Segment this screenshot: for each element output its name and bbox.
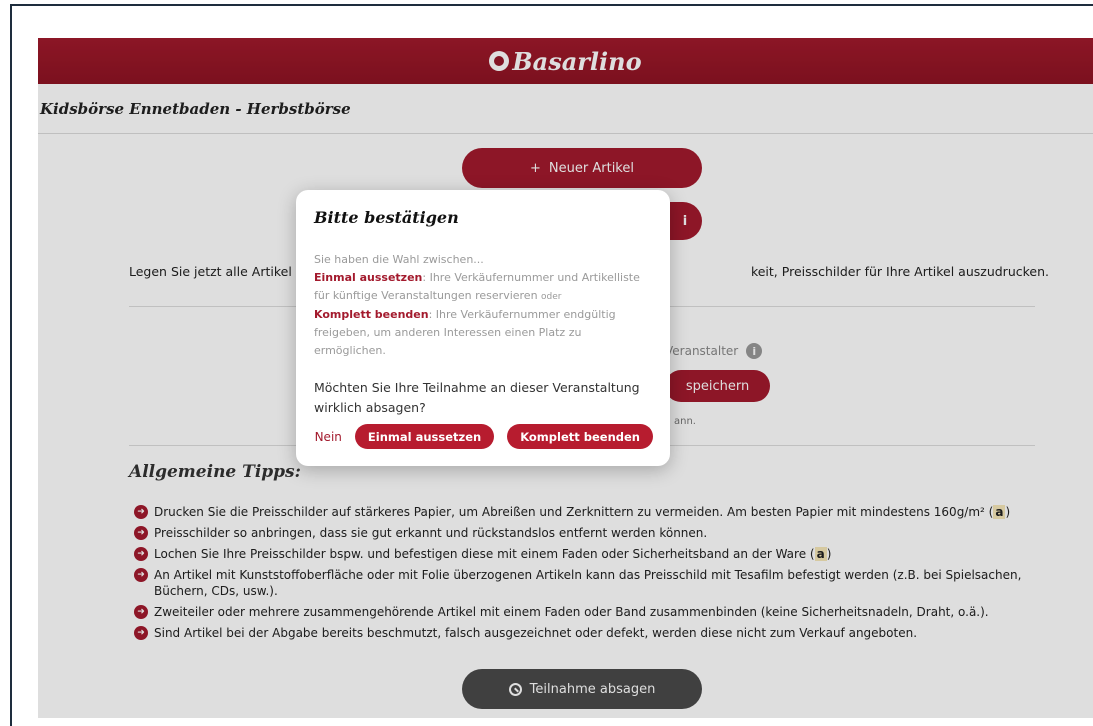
option-end-description: Komplett beenden: Ihre Verkäufernummer e…	[314, 308, 616, 357]
dialog-body: Sie haben die Wahl zwischen... Einmal au…	[314, 251, 652, 360]
end-completely-button[interactable]: Komplett beenden	[507, 424, 653, 449]
pause-once-button[interactable]: Einmal aussetzen	[354, 424, 495, 449]
dialog-intro: Sie haben die Wahl zwischen...	[314, 253, 484, 266]
dialog-question: Möchten Sie Ihre Teilnahme an dieser Ver…	[314, 380, 640, 415]
option-pause-description: Einmal aussetzen: Ihre Verkäufernummer u…	[314, 271, 640, 302]
page-viewport: Basarlino Kidsbörse Ennetbaden - Herbstb…	[38, 38, 1093, 718]
dialog-actions: Nein Einmal aussetzen Komplett beenden	[315, 424, 653, 449]
dialog-title: Bitte bestätigen	[314, 208, 459, 227]
no-button[interactable]: Nein	[315, 430, 342, 444]
confirm-dialog: Bitte bestätigen Sie haben die Wahl zwis…	[296, 190, 670, 466]
